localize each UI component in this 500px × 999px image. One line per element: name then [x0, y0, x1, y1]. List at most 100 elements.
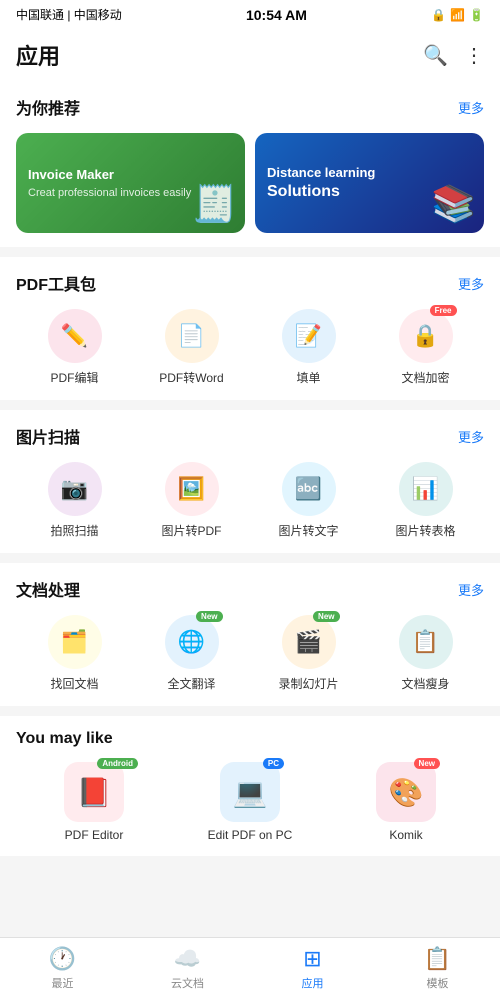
status-time: 10:54 AM: [246, 7, 307, 23]
recommend-header: 为你推荐 更多: [16, 95, 484, 119]
edit-pdf-pc-label: Edit PDF on PC: [208, 828, 293, 842]
app-header: 应用 🔍 ⋮: [0, 29, 500, 81]
doc-encrypt-icon-wrap: 🔒 Free: [399, 309, 453, 363]
fill-form-icon: 📝: [295, 323, 322, 349]
translate-icon-wrap: 🌐 New: [165, 615, 219, 669]
doc-process-grid: 🗂️ 找回文档 🌐 New 全文翻译 🎬 New 录制幻灯片: [16, 615, 484, 692]
recover-doc-icon-wrap: 🗂️: [48, 615, 102, 669]
pdf-editor-label: PDF Editor: [65, 828, 124, 842]
img-pdf-icon-wrap: 🖼️: [165, 462, 219, 516]
komik-icon-wrap: 🎨 New: [376, 762, 436, 822]
record-slide-label: 录制幻灯片: [278, 675, 338, 692]
tool-pdf-word[interactable]: 📄 PDF转Word: [133, 309, 250, 386]
app-list: 📕 Android PDF Editor 💻 PC Edit PDF on PC…: [16, 762, 484, 842]
tool-translate[interactable]: 🌐 New 全文翻译: [133, 615, 250, 692]
more-icon[interactable]: ⋮: [464, 43, 484, 68]
recommend-more[interactable]: 更多: [458, 98, 484, 117]
tool-pdf-edit[interactable]: ✏️ PDF编辑: [16, 309, 133, 386]
tool-fill-form[interactable]: 📝 填单: [250, 309, 367, 386]
recover-doc-label: 找回文档: [50, 675, 98, 692]
invoice-subtitle: Creat professional invoices easily: [28, 187, 191, 199]
img-table-icon: 📊: [412, 476, 439, 502]
translate-label: 全文翻译: [167, 675, 215, 692]
apps-icon: ⊞: [303, 946, 321, 972]
edit-pdf-pc-icon-wrap: 💻 PC: [220, 762, 280, 822]
komik-label: Komik: [389, 828, 422, 842]
nav-cloud[interactable]: ☁️ 云文档: [125, 938, 250, 999]
image-scan-title: 图片扫描: [16, 424, 80, 448]
pdf-editor-icon-wrap: 📕 Android: [64, 762, 124, 822]
tool-slim-doc[interactable]: 📋 文档瘦身: [367, 615, 484, 692]
recover-doc-icon: 🗂️: [61, 629, 88, 655]
doc-process-header: 文档处理 更多: [16, 577, 484, 601]
photo-scan-icon-wrap: 📷: [48, 462, 102, 516]
tool-recover-doc[interactable]: 🗂️ 找回文档: [16, 615, 133, 692]
slim-doc-label: 文档瘦身: [401, 675, 449, 692]
tool-img-text[interactable]: 🔤 图片转文字: [250, 462, 367, 539]
fill-form-icon-wrap: 📝: [282, 309, 336, 363]
apps-label: 应用: [302, 975, 324, 991]
recommend-title: 为你推荐: [16, 95, 80, 119]
img-table-label: 图片转表格: [395, 522, 455, 539]
invoice-banner-card[interactable]: Invoice Maker Creat professional invoice…: [16, 133, 245, 233]
pdf-edit-label: PDF编辑: [50, 369, 98, 386]
img-pdf-icon: 🖼️: [178, 476, 205, 502]
slim-doc-icon: 📋: [412, 629, 439, 655]
pdf-tools-title: PDF工具包: [16, 271, 96, 295]
distance-banner-card[interactable]: Distance learning Solutions 📚: [255, 133, 484, 233]
banner-row: Invoice Maker Creat professional invoice…: [16, 133, 484, 233]
main-content: 为你推荐 更多 Invoice Maker Creat professional…: [0, 81, 500, 936]
invoice-icon: 🧾: [192, 183, 237, 225]
image-scan-section: 图片扫描 更多 📷 拍照扫描 🖼️ 图片转PDF 🔤 图片转文字: [0, 410, 500, 553]
photo-scan-label: 拍照扫描: [50, 522, 98, 539]
img-text-icon: 🔤: [295, 476, 322, 502]
cloud-icon: ☁️: [174, 946, 201, 972]
pdf-tools-header: PDF工具包 更多: [16, 271, 484, 295]
tool-img-pdf[interactable]: 🖼️ 图片转PDF: [133, 462, 250, 539]
pdf-word-icon-wrap: 📄: [165, 309, 219, 363]
status-icons: 🔒 📶 🔋: [431, 8, 484, 22]
pc-badge: PC: [263, 758, 284, 769]
doc-process-more[interactable]: 更多: [458, 580, 484, 599]
slim-doc-icon-wrap: 📋: [399, 615, 453, 669]
app-edit-pdf-pc[interactable]: 💻 PC Edit PDF on PC: [172, 762, 328, 842]
fill-form-label: 填单: [296, 369, 320, 386]
header-actions: 🔍 ⋮: [423, 43, 484, 68]
distance-text: Distance learning Solutions: [267, 165, 375, 201]
img-text-label: 图片转文字: [278, 522, 338, 539]
photo-scan-icon: 📷: [61, 476, 88, 502]
image-scan-header: 图片扫描 更多: [16, 424, 484, 448]
distance-subtitle: Solutions: [267, 182, 375, 201]
you-may-like-section: You may like 📕 Android PDF Editor 💻 PC E…: [0, 716, 500, 856]
signal-icon: 📶: [450, 8, 465, 22]
pdf-editor-icon: 📕: [77, 776, 112, 809]
nav-template[interactable]: 📋 模板: [375, 938, 500, 999]
image-scan-more[interactable]: 更多: [458, 427, 484, 446]
pdf-word-label: PDF转Word: [159, 369, 223, 386]
nav-apps[interactable]: ⊞ 应用: [250, 938, 375, 999]
pdf-tools-grid: ✏️ PDF编辑 📄 PDF转Word 📝 填单 🔒 Free: [16, 309, 484, 386]
edit-pdf-pc-icon: 💻: [233, 776, 268, 809]
pdf-edit-icon: ✏️: [61, 323, 88, 349]
distance-title: Distance learning: [267, 165, 375, 182]
app-komik[interactable]: 🎨 New Komik: [328, 762, 484, 842]
image-scan-grid: 📷 拍照扫描 🖼️ 图片转PDF 🔤 图片转文字 📊 图片: [16, 462, 484, 539]
img-table-icon-wrap: 📊: [399, 462, 453, 516]
battery-icon: 🔋: [469, 8, 484, 22]
pdf-tools-more[interactable]: 更多: [458, 274, 484, 293]
distance-icon: 📚: [431, 183, 476, 225]
tool-img-table[interactable]: 📊 图片转表格: [367, 462, 484, 539]
app-pdf-editor[interactable]: 📕 Android PDF Editor: [16, 762, 172, 842]
tool-doc-encrypt[interactable]: 🔒 Free 文档加密: [367, 309, 484, 386]
doc-encrypt-icon: 🔒: [412, 323, 439, 349]
recent-icon: 🕐: [49, 946, 76, 972]
nav-recent[interactable]: 🕐 最近: [0, 938, 125, 999]
new-badge-translate: New: [196, 611, 222, 622]
you-may-like-title: You may like: [16, 730, 484, 748]
tool-record-slide[interactable]: 🎬 New 录制幻灯片: [250, 615, 367, 692]
search-icon[interactable]: 🔍: [423, 43, 448, 68]
recent-label: 最近: [52, 975, 74, 991]
status-bar: 中国联通 | 中国移动 10:54 AM 🔒 📶 🔋: [0, 0, 500, 29]
tool-photo-scan[interactable]: 📷 拍照扫描: [16, 462, 133, 539]
recommend-section: 为你推荐 更多 Invoice Maker Creat professional…: [0, 81, 500, 247]
